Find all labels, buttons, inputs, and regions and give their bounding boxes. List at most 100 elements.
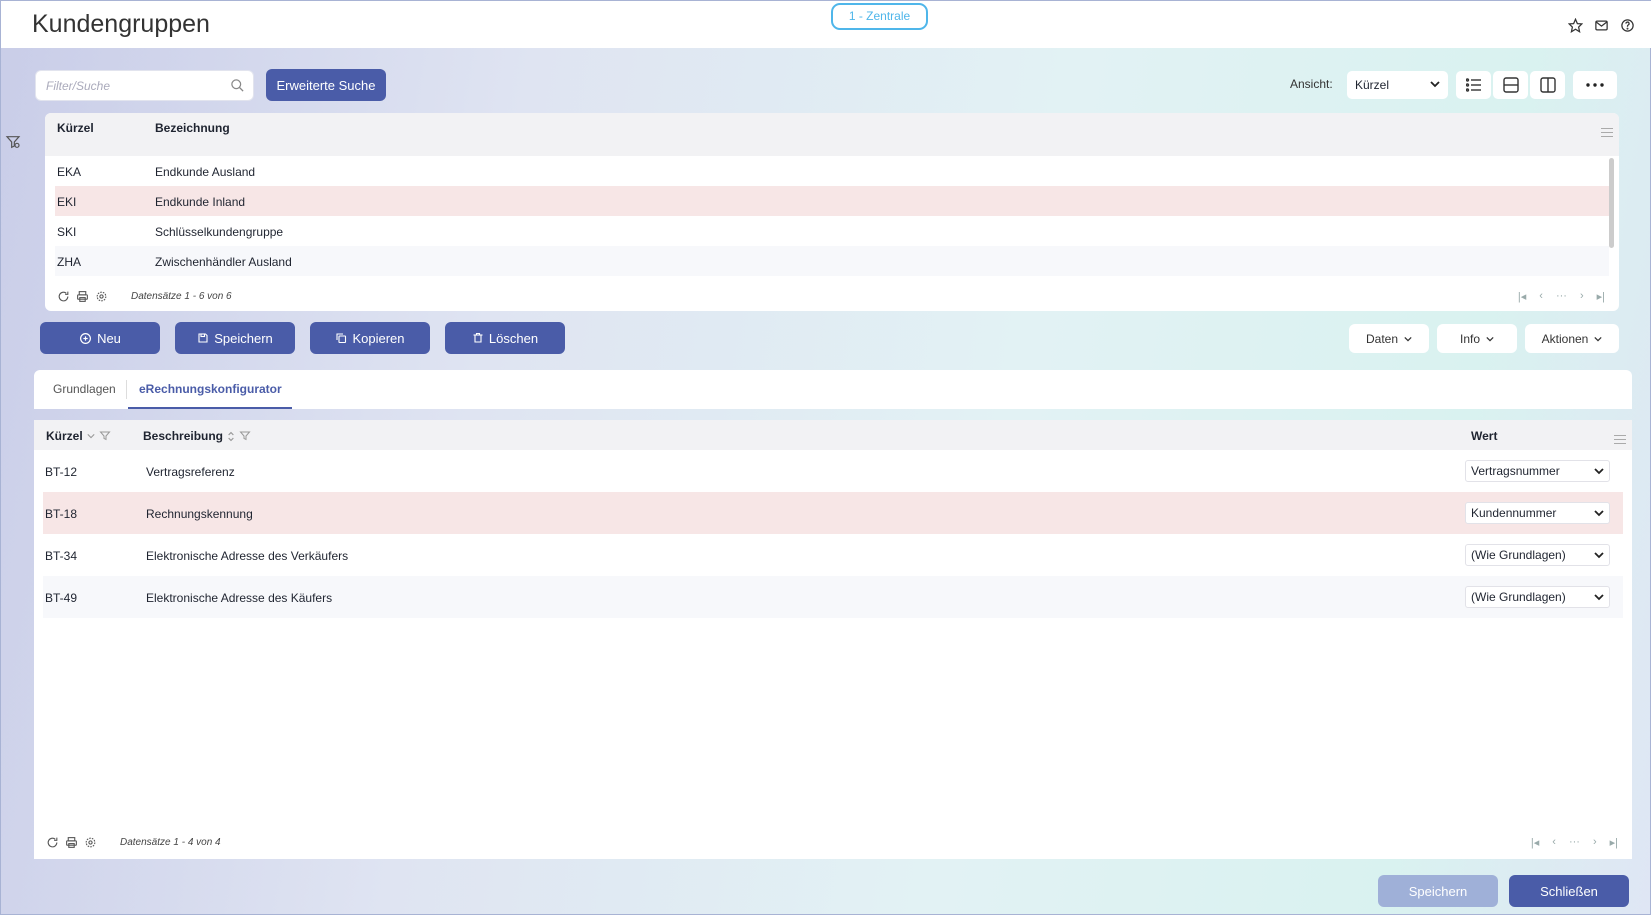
search-icon[interactable] bbox=[230, 78, 245, 96]
advanced-search-button[interactable]: Erweiterte Suche bbox=[266, 69, 386, 101]
list-view-icon[interactable] bbox=[1456, 71, 1491, 99]
table-row[interactable]: BT-12 Vertragsreferenz Vertragsnummer bbox=[43, 450, 1623, 492]
page-ellipsis-icon: ··· bbox=[1568, 836, 1580, 848]
table-row[interactable]: BT-49 Elektronische Adresse des Käufers … bbox=[43, 576, 1623, 618]
chevron-down-icon bbox=[1594, 510, 1604, 517]
value-select[interactable]: (Wie Grundlagen) bbox=[1465, 544, 1610, 566]
split-horizontal-icon[interactable] bbox=[1493, 71, 1528, 99]
filter-icon[interactable] bbox=[99, 430, 111, 442]
delete-button-label: Löschen bbox=[488, 330, 539, 346]
row-code: BT-18 bbox=[45, 507, 78, 521]
actions-menu-label: Aktionen bbox=[1541, 331, 1589, 346]
value-select[interactable]: (Wie Grundlagen) bbox=[1465, 586, 1610, 608]
first-page-icon[interactable]: |◂ bbox=[1518, 290, 1526, 303]
table-row[interactable]: SKI Schlüsselkundengruppe bbox=[55, 216, 1609, 246]
value-select[interactable]: Kundennummer bbox=[1465, 502, 1610, 524]
print-icon[interactable] bbox=[76, 290, 89, 306]
view-select-value: Kürzel bbox=[1355, 78, 1390, 92]
column-header-wert[interactable]: Wert bbox=[1471, 429, 1497, 443]
actions-menu-button[interactable]: Aktionen bbox=[1525, 324, 1619, 353]
column-menu-icon[interactable] bbox=[1614, 435, 1626, 447]
next-page-icon[interactable]: › bbox=[1580, 290, 1584, 303]
save-button-label: Speichern bbox=[214, 330, 273, 346]
copy-button[interactable]: Kopieren bbox=[310, 322, 430, 354]
row-description: Elektronische Adresse des Käufers bbox=[146, 591, 333, 605]
row-name: Zwischenhändler Ausland bbox=[155, 255, 292, 269]
column-header-kuerzel[interactable]: Kürzel bbox=[57, 121, 94, 135]
column-header-kuerzel[interactable]: Kürzel bbox=[46, 429, 111, 443]
row-name: Endkunde Inland bbox=[155, 195, 246, 209]
filter-icon[interactable] bbox=[239, 430, 251, 442]
close-button[interactable]: Schließen bbox=[1509, 875, 1629, 907]
detail-table-header: Kürzel Beschreibung Wert bbox=[34, 420, 1632, 450]
search-box[interactable] bbox=[35, 70, 254, 101]
tab-grundlagen[interactable]: Grundlagen bbox=[53, 382, 116, 396]
prev-page-icon[interactable]: ‹ bbox=[1539, 290, 1543, 303]
row-code: BT-12 bbox=[45, 465, 78, 479]
star-icon[interactable] bbox=[1566, 16, 1584, 34]
sort-icon[interactable] bbox=[227, 431, 235, 442]
help-icon[interactable] bbox=[1618, 16, 1636, 34]
info-menu-button[interactable]: Info bbox=[1437, 324, 1517, 353]
branch-badge[interactable]: 1 - Zentrale bbox=[831, 3, 928, 30]
chevron-down-icon[interactable] bbox=[87, 432, 95, 440]
trash-icon bbox=[473, 332, 483, 343]
new-button-label: Neu bbox=[97, 330, 121, 346]
column-menu-icon[interactable] bbox=[1601, 128, 1613, 140]
row-name: Schlüsselkundengruppe bbox=[155, 225, 284, 239]
page-ellipsis-icon: ··· bbox=[1555, 290, 1567, 302]
column-header-beschreibung-label: Beschreibung bbox=[143, 429, 224, 443]
data-menu-button[interactable]: Daten bbox=[1349, 324, 1429, 353]
master-table: Kürzel Bezeichnung EKA Endkunde Ausland … bbox=[45, 113, 1619, 311]
table-row[interactable]: ZHA Zwischenhändler Ausland bbox=[55, 246, 1609, 276]
prev-page-icon[interactable]: ‹ bbox=[1552, 836, 1556, 849]
chevron-down-icon bbox=[1594, 552, 1604, 559]
next-page-icon[interactable]: › bbox=[1593, 836, 1597, 849]
mail-icon[interactable] bbox=[1592, 16, 1610, 34]
save-button[interactable]: Speichern bbox=[175, 322, 295, 354]
table-row[interactable]: BT-34 Elektronische Adresse des Verkäufe… bbox=[43, 534, 1623, 576]
value-select-text: (Wie Grundlagen) bbox=[1471, 590, 1566, 604]
tab-erechnungskonfigurator[interactable]: eRechnungskonfigurator bbox=[139, 382, 282, 396]
chevron-down-icon bbox=[1486, 332, 1494, 346]
table-row[interactable]: EKI Endkunde Inland bbox=[55, 186, 1609, 216]
more-options-icon[interactable] bbox=[1573, 71, 1617, 99]
chevron-down-icon bbox=[1404, 332, 1412, 346]
info-menu-label: Info bbox=[1459, 331, 1480, 346]
view-select[interactable]: Kürzel bbox=[1347, 71, 1448, 99]
refresh-icon[interactable] bbox=[46, 836, 59, 852]
table-footer: Datensätze 1 - 4 von 4 |◂ ‹ ··· › ▸| bbox=[34, 829, 1632, 859]
value-select[interactable]: Vertragsnummer bbox=[1465, 460, 1610, 482]
column-header-beschreibung[interactable]: Beschreibung bbox=[143, 429, 251, 443]
top-bar: Kundengruppen 1 - Zentrale bbox=[1, 1, 1651, 48]
table-row[interactable]: EKA Endkunde Ausland bbox=[55, 156, 1609, 186]
chevron-down-icon bbox=[1594, 468, 1604, 475]
record-count: Datensätze 1 - 6 von 6 bbox=[131, 291, 232, 302]
column-header-bezeichnung[interactable]: Bezeichnung bbox=[155, 121, 230, 135]
print-icon[interactable] bbox=[65, 836, 78, 852]
footer-save-button[interactable]: Speichern bbox=[1378, 875, 1498, 907]
row-code: BT-49 bbox=[45, 591, 78, 605]
view-label: Ansicht: bbox=[1290, 77, 1333, 91]
scrollbar[interactable] bbox=[1609, 158, 1614, 248]
filter-panel-icon[interactable] bbox=[5, 134, 23, 152]
chevron-down-icon bbox=[1594, 594, 1604, 601]
last-page-icon[interactable]: ▸| bbox=[1597, 290, 1605, 303]
settings-icon[interactable] bbox=[84, 836, 97, 852]
row-code: EKI bbox=[57, 195, 77, 209]
split-vertical-icon[interactable] bbox=[1530, 71, 1565, 99]
table-row[interactable]: BT-18 Rechnungskennung Kundennummer bbox=[43, 492, 1623, 534]
save-icon bbox=[198, 333, 208, 343]
column-header-kuerzel-label: Kürzel bbox=[46, 429, 83, 443]
page-title: Kundengruppen bbox=[32, 10, 210, 38]
new-button[interactable]: Neu bbox=[40, 322, 160, 354]
row-description: Vertragsreferenz bbox=[146, 465, 235, 479]
first-page-icon[interactable]: |◂ bbox=[1531, 836, 1539, 849]
settings-icon[interactable] bbox=[95, 290, 108, 306]
refresh-icon[interactable] bbox=[57, 290, 70, 306]
delete-button[interactable]: Löschen bbox=[445, 322, 565, 354]
last-page-icon[interactable]: ▸| bbox=[1610, 836, 1618, 849]
search-input[interactable] bbox=[46, 78, 216, 93]
row-description: Rechnungskennung bbox=[146, 507, 253, 521]
value-select-text: Vertragsnummer bbox=[1471, 464, 1560, 478]
